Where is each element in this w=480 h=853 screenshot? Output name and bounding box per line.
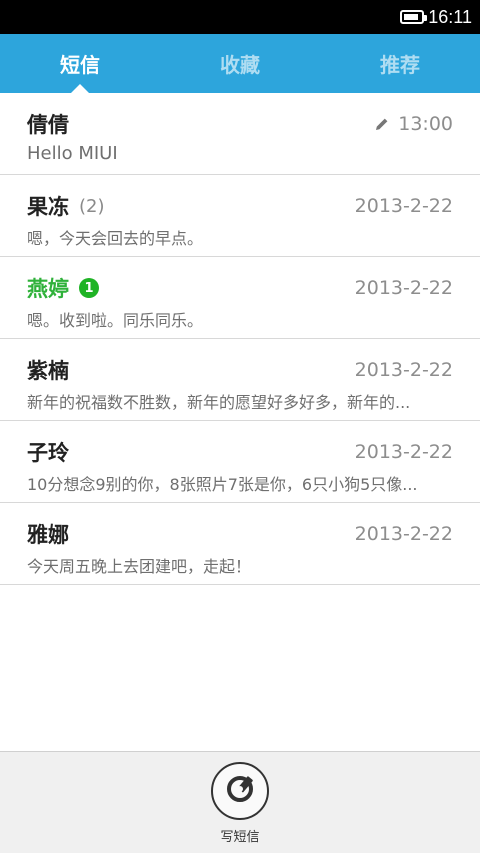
contact-name: 雅娜 [27, 523, 69, 547]
status-bar: 16:11 [0, 0, 480, 34]
compose-button[interactable] [211, 762, 269, 820]
tab-label: 收藏 [220, 53, 260, 77]
draft-pencil-icon [374, 116, 390, 132]
message-preview: Hello MIUI [27, 143, 118, 164]
conversation-row[interactable]: 倩倩 13:00 Hello MIUI [0, 93, 480, 175]
conversation-row[interactable]: 子玲 2013-2-22 10分想念9别的你，8张照片7张是你，6只小狗5只像.… [0, 421, 480, 503]
message-time: 2013-2-22 [355, 195, 453, 217]
message-preview: 嗯，今天会回去的早点。 [27, 229, 204, 248]
tab-messages[interactable]: 短信 [0, 34, 160, 93]
compose-icon [223, 772, 257, 810]
tab-favorites[interactable]: 收藏 [160, 34, 320, 93]
active-tab-indicator [71, 84, 89, 93]
contact-name: 果冻 [27, 195, 69, 219]
time-text: 2013-2-22 [354, 523, 453, 545]
message-count: (2) [79, 195, 105, 217]
tab-bar: 短信 收藏 推荐 [0, 34, 480, 93]
message-preview: 今天周五晚上去团建吧，走起！ [27, 557, 252, 576]
message-time: 2013-2-22 [355, 277, 453, 299]
battery-icon [400, 10, 428, 24]
contact-name: 紫楠 [27, 359, 69, 383]
compose-label: 写短信 [220, 830, 260, 845]
tab-recommended[interactable]: 推荐 [320, 34, 480, 93]
unread-badge: 1 [79, 278, 99, 298]
bottom-action-bar: 写短信 [0, 751, 480, 853]
message-time: 2013-2-22 [355, 523, 453, 545]
conversation-row[interactable]: 紫楠 2013-2-22 新年的祝福数不胜数，新年的愿望好多好多，新年的... [0, 339, 480, 421]
time-text: 13:00 [398, 113, 453, 135]
conversation-row[interactable]: 雅娜 2013-2-22 今天周五晚上去团建吧，走起！ [0, 503, 480, 585]
tab-label: 短信 [60, 53, 100, 77]
message-time: 2013-2-22 [355, 359, 453, 381]
conversation-row[interactable]: 燕婷 1 2013-2-22 嗯。收到啦。同乐同乐。 [0, 257, 480, 339]
conversation-list: 倩倩 13:00 Hello MIUI 果冻 (2) 2013-2-22 嗯，今… [0, 93, 480, 585]
time-text: 2013-2-22 [354, 441, 453, 463]
time-text: 2013-2-22 [354, 195, 453, 217]
contact-name: 燕婷 [27, 277, 69, 301]
message-preview: 新年的祝福数不胜数，新年的愿望好多好多，新年的... [27, 393, 411, 412]
conversation-row[interactable]: 果冻 (2) 2013-2-22 嗯，今天会回去的早点。 [0, 175, 480, 257]
message-preview: 嗯。收到啦。同乐同乐。 [27, 311, 204, 330]
message-time: 2013-2-22 [355, 441, 453, 463]
contact-name: 倩倩 [27, 113, 69, 137]
status-clock: 16:11 [428, 6, 472, 27]
contact-name: 子玲 [27, 441, 69, 465]
message-time: 13:00 [374, 113, 453, 135]
time-text: 2013-2-22 [354, 277, 453, 299]
tab-label: 推荐 [380, 53, 420, 77]
time-text: 2013-2-22 [354, 359, 453, 381]
message-preview: 10分想念9别的你，8张照片7张是你，6只小狗5只像... [27, 475, 418, 494]
